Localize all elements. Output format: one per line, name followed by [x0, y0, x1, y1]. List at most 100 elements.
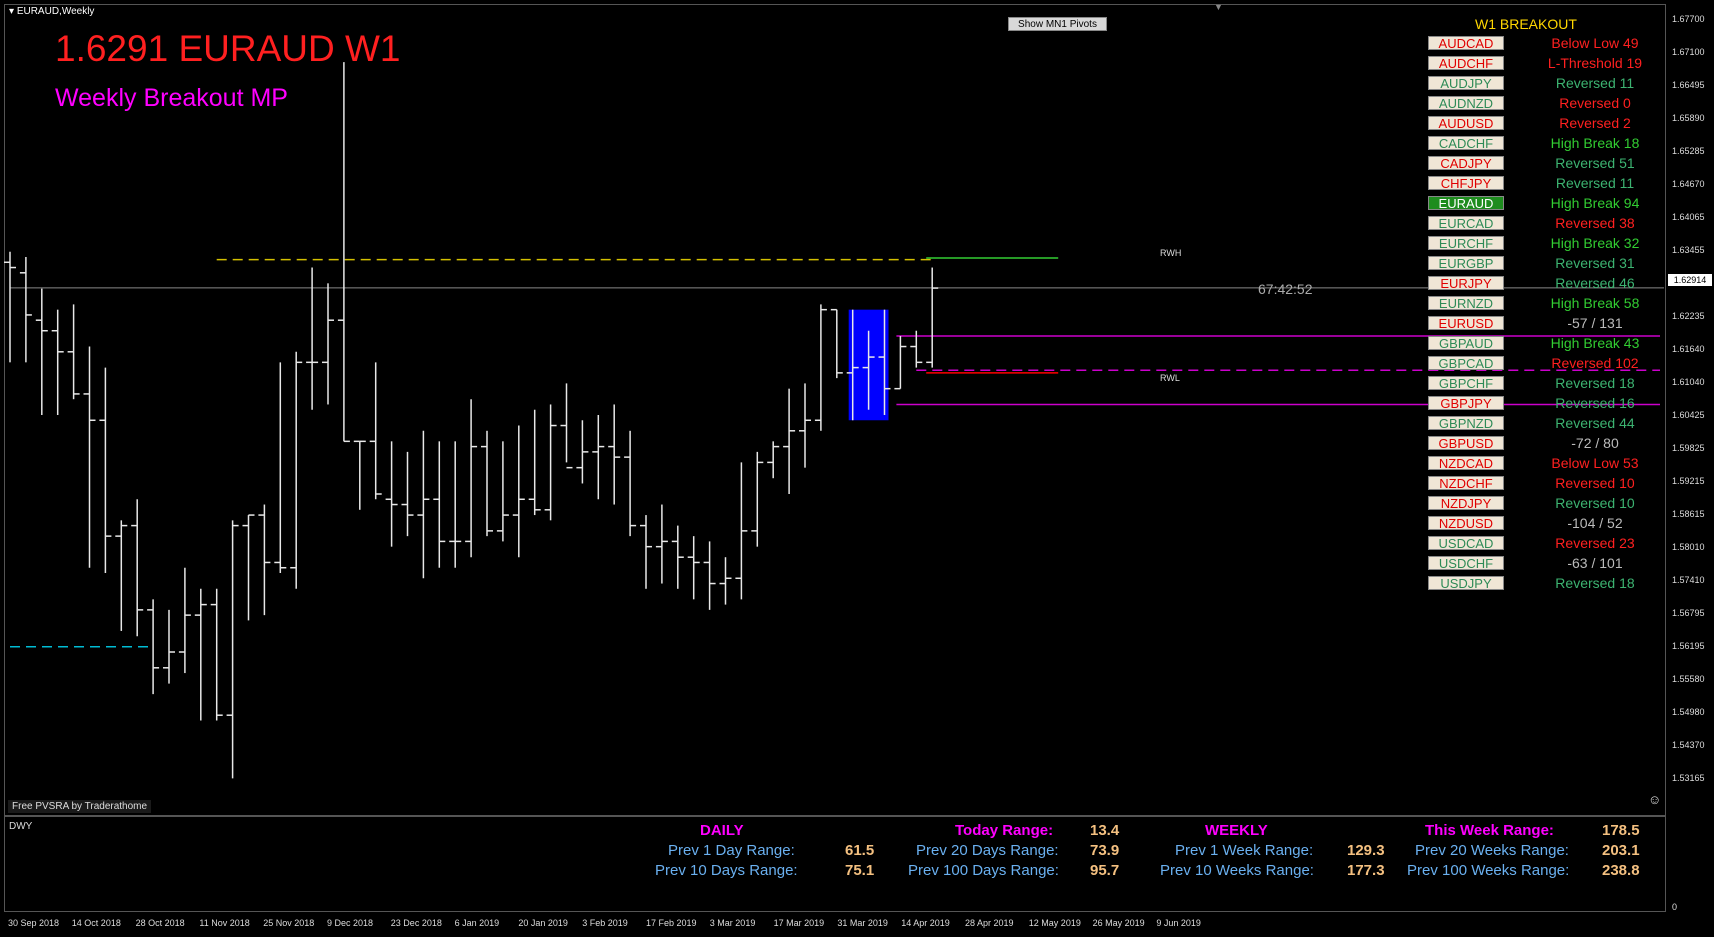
- today-range-label: Today Range:: [955, 822, 1054, 839]
- time-tick: 11 Nov 2018: [199, 918, 250, 928]
- price-tick: 1.53165: [1672, 773, 1705, 783]
- time-tick: 26 May 2019: [1092, 918, 1145, 928]
- pair-button-nzdusd[interactable]: NZDUSD: [1428, 516, 1504, 531]
- time-tick: 9 Jun 2019: [1156, 918, 1201, 928]
- breakout-status-nzdcad: Below Low 53: [1551, 455, 1639, 471]
- pair-button-cadchf[interactable]: CADCHF: [1428, 136, 1504, 151]
- price-tick: 1.61640: [1672, 344, 1705, 354]
- price-tick: 1.58010: [1672, 542, 1705, 552]
- breakout-status-cadjpy: Reversed 51: [1555, 155, 1635, 171]
- time-tick: 17 Feb 2019: [646, 918, 697, 928]
- show-mn1-pivots-button[interactable]: Show MN1 Pivots: [1008, 17, 1107, 31]
- prev-20-weeks-value: 203.1: [1602, 842, 1640, 859]
- breakout-status-audnzd: Reversed 0: [1559, 95, 1631, 111]
- pair-button-eurjpy[interactable]: EURJPY: [1428, 276, 1504, 291]
- price-tick: 1.54980: [1672, 707, 1705, 717]
- pair-button-usdjpy[interactable]: USDJPY: [1428, 576, 1504, 591]
- pair-button-eurchf[interactable]: EURCHF: [1428, 236, 1504, 251]
- breakout-status-nzdjpy: Reversed 10: [1555, 495, 1635, 511]
- breakout-status-audjpy: Reversed 11: [1555, 75, 1635, 91]
- pair-button-audcad[interactable]: AUDCAD: [1428, 36, 1504, 51]
- pair-button-gbpaud[interactable]: GBPAUD: [1428, 336, 1504, 351]
- pair-button-eurusd[interactable]: EURUSD: [1428, 316, 1504, 331]
- prev-100-weeks-value: 238.8: [1602, 862, 1640, 879]
- price-tick: 1.61040: [1672, 377, 1705, 387]
- price-tick: 1.56195: [1672, 641, 1705, 651]
- price-tick: 1.66495: [1672, 80, 1705, 90]
- time-tick: 20 Jan 2019: [518, 918, 568, 928]
- pair-button-gbpjpy[interactable]: GBPJPY: [1428, 396, 1504, 411]
- price-tick: 1.64670: [1672, 179, 1705, 189]
- breakout-status-nzdchf: Reversed 10: [1555, 475, 1635, 491]
- price-tick: 1.62235: [1672, 311, 1705, 321]
- breakout-status-cadchf: High Break 18: [1550, 135, 1640, 151]
- breakout-status-eurgbp: Reversed 31: [1555, 255, 1635, 271]
- prev-10-weeks-value: 177.3: [1347, 862, 1385, 879]
- breakout-status-gbpnzd: Reversed 44: [1555, 415, 1635, 431]
- prev-20-days-label: Prev 20 Days Range:: [916, 842, 1059, 859]
- credit-label: Free PVSRA by Traderathome: [8, 800, 152, 813]
- time-tick: 3 Feb 2019: [582, 918, 628, 928]
- breakout-status-gbpchf: Reversed 18: [1555, 375, 1635, 391]
- time-tick: 28 Oct 2018: [135, 918, 185, 928]
- time-tick: 14 Apr 2019: [901, 918, 950, 928]
- pair-button-eurgbp[interactable]: EURGBP: [1428, 256, 1504, 271]
- breakout-title: W1 BREAKOUT: [1475, 16, 1577, 32]
- price-tick: 1.67100: [1672, 47, 1705, 57]
- breakout-status-chfjpy: Reversed 11: [1555, 175, 1635, 191]
- prev-20-days-value: 73.9: [1090, 842, 1120, 859]
- breakout-status-usdjpy: Reversed 18: [1555, 575, 1635, 591]
- pair-button-nzdchf[interactable]: NZDCHF: [1428, 476, 1504, 491]
- pair-button-audjpy[interactable]: AUDJPY: [1428, 76, 1504, 91]
- breakout-status-gbpcad: Reversed 102: [1551, 355, 1639, 371]
- breakout-status-gbpusd: -72 / 80: [1571, 435, 1619, 451]
- time-tick: 31 Mar 2019: [837, 918, 888, 928]
- prev-100-weeks-label: Prev 100 Weeks Range:: [1407, 862, 1570, 879]
- pair-button-nzdjpy[interactable]: NZDJPY: [1428, 496, 1504, 511]
- pair-button-audusd[interactable]: AUDUSD: [1428, 116, 1504, 131]
- chevron-down-icon[interactable]: ▼: [1214, 2, 1223, 12]
- pair-button-chfjpy[interactable]: CHFJPY: [1428, 176, 1504, 191]
- this-week-range-label: This Week Range:: [1425, 822, 1554, 839]
- pair-button-usdchf[interactable]: USDCHF: [1428, 556, 1504, 571]
- pair-button-audchf[interactable]: AUDCHF: [1428, 56, 1504, 71]
- pair-button-audnzd[interactable]: AUDNZD: [1428, 96, 1504, 111]
- pair-button-eurcad[interactable]: EURCAD: [1428, 216, 1504, 231]
- pair-button-usdcad[interactable]: USDCAD: [1428, 536, 1504, 551]
- pair-button-gbpusd[interactable]: GBPUSD: [1428, 436, 1504, 451]
- symbol-headline: 1.6291 EURAUD W1: [55, 28, 401, 69]
- pair-button-gbpnzd[interactable]: GBPNZD: [1428, 416, 1504, 431]
- smiley-icon: ☺: [1648, 792, 1662, 807]
- time-axis[interactable]: [4, 913, 1666, 937]
- price-tick: 1.57410: [1672, 575, 1705, 585]
- pair-button-euraud[interactable]: EURAUD: [1428, 196, 1504, 211]
- breakout-status-euraud: High Break 94: [1550, 195, 1640, 211]
- prev-10-days-value: 75.1: [845, 862, 875, 879]
- time-tick: 28 Apr 2019: [965, 918, 1014, 928]
- pair-button-cadjpy[interactable]: CADJPY: [1428, 156, 1504, 171]
- pair-button-nzdcad[interactable]: NZDCAD: [1428, 456, 1504, 471]
- prev-10-weeks-label: Prev 10 Weeks Range:: [1160, 862, 1314, 879]
- rwl-label: RWL: [1160, 373, 1180, 383]
- breakout-status-eurnzd: High Break 58: [1550, 295, 1640, 311]
- breakout-status-audusd: Reversed 2: [1559, 115, 1631, 131]
- price-tick: 1.54370: [1672, 740, 1705, 750]
- prev-1-day-label: Prev 1 Day Range:: [668, 842, 795, 859]
- time-tick: 17 Mar 2019: [773, 918, 825, 928]
- indicator-zero-tick: 0: [1672, 902, 1678, 912]
- breakout-status-usdcad: Reversed 23: [1555, 535, 1635, 551]
- time-tick: 23 Dec 2018: [390, 918, 442, 928]
- price-tick: 1.58615: [1672, 509, 1705, 519]
- indicator-subtitle: Weekly Breakout MP: [55, 84, 288, 112]
- prev-20-weeks-label: Prev 20 Weeks Range:: [1415, 842, 1569, 859]
- breakout-status-gbpaud: High Break 43: [1550, 335, 1640, 351]
- price-tick: 1.65285: [1672, 146, 1705, 156]
- breakout-status-gbpjpy: Reversed 16: [1555, 395, 1635, 411]
- pair-button-gbpcad[interactable]: GBPCAD: [1428, 356, 1504, 371]
- pair-button-eurnzd[interactable]: EURNZD: [1428, 296, 1504, 311]
- pair-button-gbpchf[interactable]: GBPCHF: [1428, 376, 1504, 391]
- price-tick: 1.59825: [1672, 443, 1705, 453]
- breakout-status-eurcad: Reversed 38: [1555, 215, 1635, 231]
- price-tick: 1.59215: [1672, 476, 1705, 486]
- price-tick: 1.55580: [1672, 674, 1705, 684]
